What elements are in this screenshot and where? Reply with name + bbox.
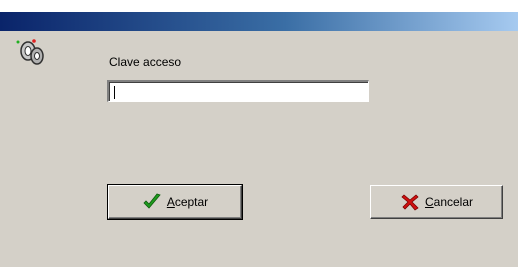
key-icon [16, 39, 44, 65]
title-bar[interactable] [0, 12, 518, 31]
cancel-button[interactable]: Cancelar [370, 185, 503, 219]
password-input-bevel [109, 82, 368, 101]
login-dialog: Clave acceso Aceptar Cancelar [0, 0, 518, 267]
check-icon [143, 193, 161, 209]
accept-label: Aceptar [166, 195, 209, 209]
text-caret [114, 86, 115, 99]
password-label: Clave acceso [109, 55, 182, 69]
dialog-body: Clave acceso Aceptar Cancelar [0, 31, 518, 267]
cancel-label: Cancelar [424, 195, 474, 209]
x-icon [401, 194, 419, 211]
accept-button[interactable]: Aceptar [107, 184, 243, 220]
password-input[interactable] [106, 79, 370, 103]
